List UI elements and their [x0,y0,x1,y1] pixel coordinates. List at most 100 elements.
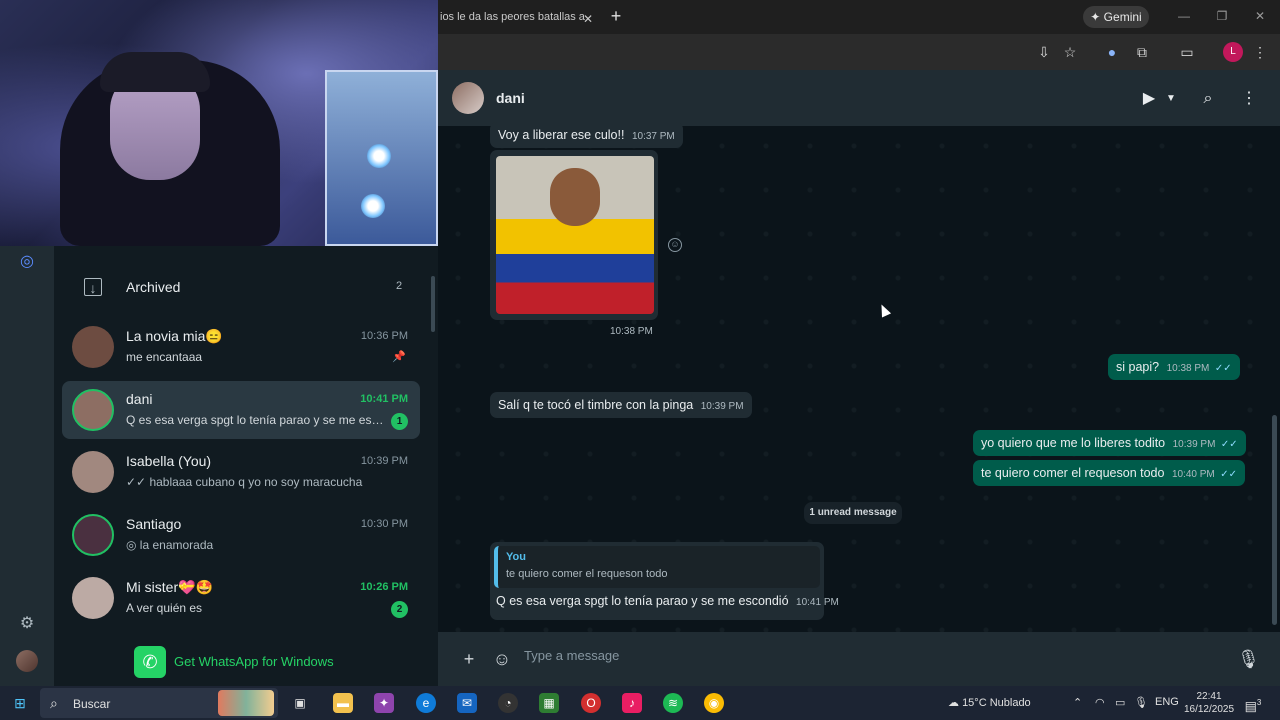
edge-icon[interactable]: e [416,693,436,713]
conversation-header[interactable]: dani ▶ ▼ ⌕ ⋮ [438,70,1280,126]
message-out[interactable]: yo quiero que me lo liberes todito 10:39… [973,430,1246,456]
chat-item[interactable]: La novia mia😑 10:36 PM me encantaaa 📌 [62,318,420,376]
reply-message[interactable]: You te quiero comer el requeson todo Q e… [490,542,839,620]
archived-row[interactable]: ↓ Archived 2 [54,266,438,308]
spotify-icon[interactable]: ≋ [663,693,683,713]
extensions-puzzle-icon[interactable]: ⧉ [1132,42,1152,62]
chat-name: La novia mia😑 [126,328,223,344]
whatsapp-logo-icon: ✆ [134,646,166,678]
language-indicator[interactable]: ENG [1155,696,1179,708]
message-in[interactable]: Salí q te tocó el timbre con la pinga 10… [490,392,752,418]
message-time: 10:40 PM [1171,469,1215,480]
image-person [550,168,600,226]
message-time: 10:38 PM [1166,363,1210,374]
quoted-message[interactable]: You te quiero comer el requeson todo [494,546,820,588]
bookmark-star-icon[interactable]: ☆ [1060,42,1080,62]
close-window-button[interactable]: ✕ [1250,6,1270,26]
contact-avatar[interactable] [452,82,484,114]
chat-name: Santiago [126,516,182,532]
browser-tab-strip: ios le da las peores batallas a ✕ + ✦ Ge… [438,0,1280,34]
extension-icon[interactable]: ● [1102,42,1122,62]
message-text: te quiero comer el requeson todo [981,466,1165,480]
quoted-author: You [506,551,526,563]
tab-title: ios le da las peores batallas a [440,11,585,23]
chat-item[interactable]: Mi sister💝🤩 10:26 PM A ver quién es 2 [62,569,420,627]
minimize-button[interactable]: — [1174,6,1194,26]
battery-icon[interactable]: ▭ [1115,696,1125,709]
message-input[interactable]: Type a message [524,648,619,663]
outlook-icon[interactable]: ✉ [457,693,477,713]
message-image[interactable] [496,156,654,314]
image-message[interactable] [490,150,658,320]
gemini-button[interactable]: ✦ Gemini [1083,6,1149,28]
new-tab-button[interactable]: + [606,6,626,26]
browser-tab[interactable]: ios le da las peores batallas a ✕ [438,4,598,34]
tab-search-icon[interactable]: ▭ [1177,42,1197,62]
profile-avatar[interactable]: L [1223,42,1243,62]
chat-preview: ✓✓ hablaaa cubano q yo no soy maracucha [126,475,363,489]
message-out[interactable]: si papi? 10:38 PM ✓✓ [1108,354,1240,380]
chevron-down-icon[interactable]: ▼ [1160,88,1182,110]
chat-preview: Q es esa verga spgt lo tenía parao y se … [126,413,386,427]
conversation-pane: dani ▶ ▼ ⌕ ⋮ Voy a liberar ese culo!! 10… [438,70,1280,686]
clock[interactable]: 22:41 16/12/2025 [1183,690,1235,716]
chrome-icon[interactable]: ◉ [704,693,724,713]
video-call-icon[interactable]: ▶ [1138,88,1160,110]
get-whatsapp-label: Get WhatsApp for Windows [174,654,334,669]
message-text: Salí q te tocó el timbre con la pinga [498,398,694,412]
chat-list-scrollbar[interactable] [431,276,435,332]
nav-rail: ◎ ⚙ [0,246,54,686]
browser-toolbar: ⇩ ☆ ● ⧉ ▭ L ⋮ [438,34,1280,70]
avatar [72,514,114,556]
quoted-text: te quiero comer el requeson todo [506,568,668,580]
chat-name: Isabella (You) [126,453,212,469]
conversation-scrollbar[interactable] [1272,415,1277,625]
notification-center-icon[interactable]: ▤3 [1244,694,1262,713]
webcam-fan [367,144,391,168]
unread-badge: 1 [391,413,408,430]
close-tab-icon[interactable]: ✕ [580,11,596,27]
contact-name[interactable]: dani [496,90,525,106]
meta-ai-icon[interactable]: ◎ [17,252,37,272]
opera-icon[interactable]: O [581,693,601,713]
notification-count: 3 [1256,698,1262,707]
reaction-emoji-icon[interactable]: ☺ [668,238,682,252]
app-icon[interactable]: ◔ [498,693,518,713]
weather-widget[interactable]: ☁ 15°C Nublado [948,696,1031,709]
message-out[interactable]: te quiero comer el requeson todo 10:40 P… [973,460,1245,486]
windows-start-icon[interactable]: ⊞ [12,695,28,711]
chat-item[interactable]: Isabella (You) 10:39 PM ✓✓ hablaaa cuban… [62,443,420,501]
taskbar-search[interactable]: ⌕ Buscar [40,688,278,718]
message-text: Q es esa verga spgt lo tenía parao y se … [496,594,789,608]
get-whatsapp-banner[interactable]: ✆ Get WhatsApp for Windows [134,644,344,680]
search-icon[interactable]: ⌕ [1197,88,1219,110]
chat-item[interactable]: Santiago 10:30 PM ◎ la enamorada [62,506,420,564]
maximize-button[interactable]: ❐ [1212,6,1232,26]
compose-bar: + ☺ Type a message 🎙 [438,632,1280,686]
message-time: 10:37 PM [631,131,675,142]
attach-plus-icon[interactable]: + [458,648,480,670]
profile-avatar-rail[interactable] [16,650,38,672]
menu-icon[interactable]: ⋮ [1238,88,1260,110]
search-highlight-image [218,690,274,716]
file-explorer-icon[interactable]: ▬ [333,693,353,713]
settings-gear-icon[interactable]: ⚙ [17,614,37,634]
chat-item[interactable]: dani 10:41 PM Q es esa verga spgt lo ten… [62,381,420,439]
task-view-icon[interactable]: ▣ [290,693,310,713]
read-ticks-icon: ✓✓ [1214,363,1232,374]
tiktok-icon[interactable]: ♪ [622,693,642,713]
message-in[interactable]: Voy a liberar ese culo!! 10:37 PM [490,122,683,148]
clock-date: 16/12/2025 [1183,704,1235,715]
archive-icon: ↓ [84,278,102,296]
wifi-icon[interactable]: ◠ [1095,696,1105,709]
copilot-icon[interactable]: ✦ [374,693,394,713]
sticker-emoji-icon[interactable]: ☺ [491,648,513,670]
chat-time: 10:39 PM [360,455,408,467]
browser-menu-icon[interactable]: ⋮ [1250,42,1270,62]
microphone-icon[interactable]: 🎙 [1237,648,1260,670]
install-app-icon[interactable]: ⇩ [1034,42,1054,62]
store-icon[interactable]: ▦ [539,693,559,713]
tray-chevron-icon[interactable]: ⌃ [1073,696,1082,709]
microphone-tray-icon[interactable]: 🎙 [1134,696,1148,709]
webcam-fan [361,194,385,218]
